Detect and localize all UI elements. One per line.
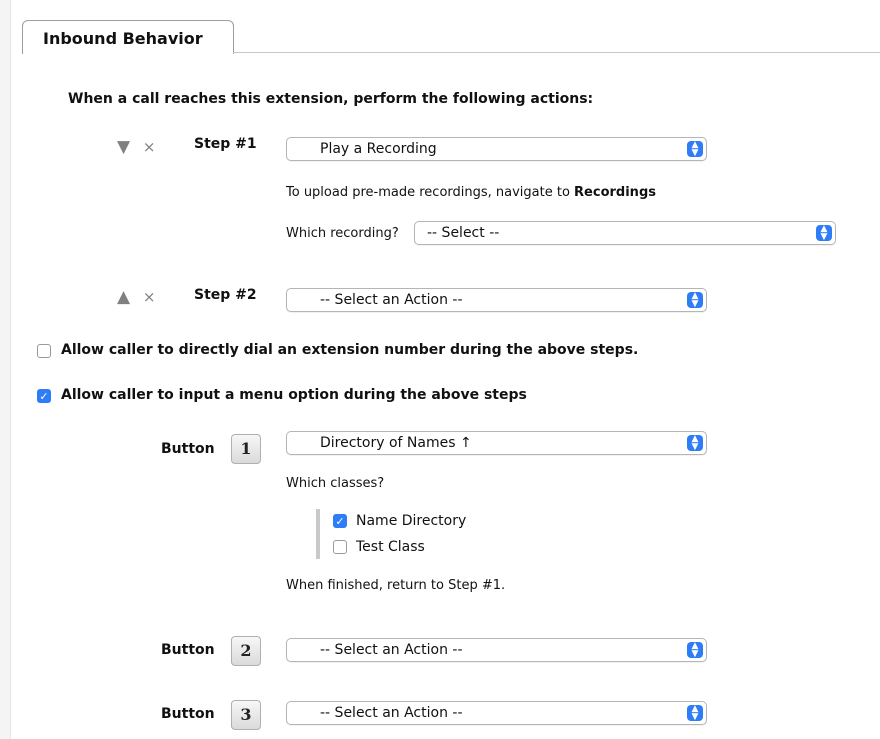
upload-note-text: To upload pre-made recordings, navigate … bbox=[286, 185, 575, 200]
which-classes-label: Which classes? bbox=[286, 476, 385, 491]
classes-group-bar bbox=[316, 509, 320, 559]
section-heading: When a call reaches this extension, perf… bbox=[68, 91, 594, 107]
step-1-controls: ▼ × bbox=[117, 137, 156, 157]
remove-icon[interactable]: × bbox=[143, 138, 157, 156]
button-2-label: Button bbox=[161, 642, 215, 658]
step-2-controls: ▲ × bbox=[117, 287, 156, 307]
move-down-icon[interactable]: ▼ bbox=[117, 137, 131, 157]
button-3-key: 3 bbox=[231, 700, 261, 730]
dial-extension-checkbox[interactable] bbox=[37, 344, 51, 358]
button-3-action-select[interactable]: -- Select an Action -- ▲ ▼ bbox=[286, 701, 707, 725]
recording-select-value: -- Select -- bbox=[427, 225, 500, 241]
tab-inbound-behavior[interactable]: Inbound Behavior bbox=[22, 20, 234, 54]
button-3-action-value: -- Select an Action -- bbox=[320, 705, 463, 721]
select-chevron-icon: ▲ ▼ bbox=[687, 435, 703, 452]
button-2-key: 2 bbox=[231, 636, 261, 666]
tab-divider bbox=[233, 52, 880, 53]
class-name-directory-label: Name Directory bbox=[356, 513, 467, 529]
select-chevron-icon: ▲ ▼ bbox=[816, 225, 832, 242]
button-1-action-select[interactable]: Directory of Names ↑ ▲ ▼ bbox=[286, 431, 707, 455]
menu-option-label: Allow caller to input a menu option duri… bbox=[61, 387, 527, 403]
finish-note: When finished, return to Step #1. bbox=[286, 578, 506, 593]
recording-select[interactable]: -- Select -- ▲ ▼ bbox=[414, 221, 836, 245]
step-2-action-value: -- Select an Action -- bbox=[320, 292, 463, 308]
class-name-directory-checkbox[interactable]: ✓ bbox=[333, 514, 347, 528]
recordings-link[interactable]: Recordings bbox=[574, 185, 656, 200]
step-1-action-select[interactable]: Play a Recording ▲ ▼ bbox=[286, 137, 707, 161]
remove-icon[interactable]: × bbox=[143, 288, 157, 306]
select-chevron-icon: ▲ ▼ bbox=[687, 705, 703, 722]
left-panel-edge bbox=[0, 0, 11, 739]
class-test-class-label: Test Class bbox=[356, 539, 425, 555]
button-3-label: Button bbox=[161, 706, 215, 722]
step-1-label: Step #1 bbox=[194, 136, 257, 152]
button-2-action-value: -- Select an Action -- bbox=[320, 642, 463, 658]
select-chevron-icon: ▲ ▼ bbox=[687, 292, 703, 309]
step-2-action-select[interactable]: -- Select an Action -- ▲ ▼ bbox=[286, 288, 707, 312]
select-chevron-icon: ▲ ▼ bbox=[687, 141, 703, 158]
button-1-label: Button bbox=[161, 441, 215, 457]
which-recording-label: Which recording? bbox=[286, 226, 399, 241]
menu-option-checkbox[interactable]: ✓ bbox=[37, 389, 51, 403]
step-2-label: Step #2 bbox=[194, 287, 257, 303]
select-chevron-icon: ▲ ▼ bbox=[687, 642, 703, 659]
step-1-action-value: Play a Recording bbox=[320, 141, 437, 157]
button-1-key: 1 bbox=[231, 434, 261, 464]
upload-note: To upload pre-made recordings, navigate … bbox=[286, 185, 656, 200]
button-2-action-select[interactable]: -- Select an Action -- ▲ ▼ bbox=[286, 638, 707, 662]
dial-extension-label: Allow caller to directly dial an extensi… bbox=[61, 342, 639, 358]
move-up-icon[interactable]: ▲ bbox=[117, 287, 131, 307]
class-test-class-checkbox[interactable] bbox=[333, 540, 347, 554]
button-1-action-value: Directory of Names ↑ bbox=[320, 435, 472, 451]
